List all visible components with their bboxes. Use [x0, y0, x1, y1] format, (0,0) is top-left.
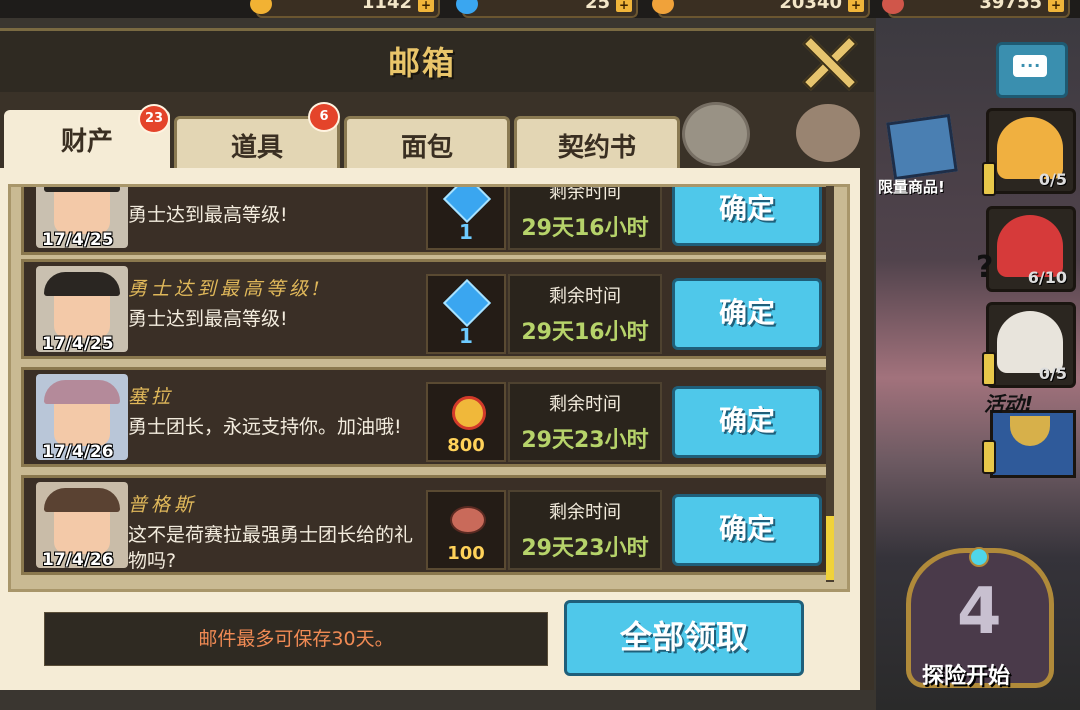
tab-bread[interactable]: 面包: [344, 116, 510, 173]
hero-card-2[interactable]: 6/10: [986, 206, 1076, 292]
hero-card-1[interactable]: 0/5: [986, 108, 1076, 194]
mail-sender: 塞拉: [128, 386, 175, 408]
meat-amount: 39755: [979, 0, 1042, 13]
hero-card-3[interactable]: 0/5: [986, 302, 1076, 388]
scrollbar-thumb[interactable]: [826, 516, 834, 580]
hat: [44, 187, 120, 192]
claim-all-button[interactable]: 全部领取: [564, 600, 804, 676]
reward-box: 100: [426, 490, 506, 570]
gem-amount: 25: [584, 0, 610, 13]
hat: [44, 272, 120, 296]
mail-sender: 勇士达到最高等级!: [128, 278, 324, 300]
gem-resource: 25 +: [456, 0, 638, 18]
reward-box: 1: [426, 187, 506, 250]
reward-quantity: 1: [459, 324, 473, 348]
time-label: 剩余时间: [549, 184, 621, 203]
club-icon: [682, 102, 750, 166]
close-icon[interactable]: [800, 32, 856, 86]
time-remaining: 剩余时间 29天16小时: [508, 274, 662, 354]
stage-number: 4: [957, 575, 1002, 649]
tab-label: 面包: [400, 133, 453, 163]
limited-shop-label: 限量商品!: [878, 178, 945, 196]
time-label: 剩余时间: [549, 502, 621, 523]
meat-icon: [882, 0, 904, 14]
mail-date: 17/4/26: [42, 442, 114, 462]
limited-shop-icon[interactable]: [886, 113, 958, 181]
meat-icon: [450, 506, 486, 534]
star-resource: 1142 +: [250, 0, 440, 18]
confirm-button[interactable]: 确定: [672, 187, 822, 246]
add-star-button[interactable]: +: [418, 0, 434, 12]
question-icon: ?: [976, 250, 994, 285]
adventure-start-label[interactable]: 探险开始: [922, 658, 1010, 690]
reward-quantity: 800: [447, 435, 485, 456]
confirm-button[interactable]: 确定: [672, 494, 822, 566]
add-meat-button[interactable]: +: [1048, 0, 1064, 12]
gem-ornament-icon: [969, 547, 989, 567]
time-value: 29天16小时: [521, 216, 649, 241]
chat-button[interactable]: [996, 42, 1068, 98]
tab-label: 契约书: [557, 133, 636, 163]
time-remaining: 剩余时间 29天23小时: [508, 490, 662, 570]
gem-icon: [442, 187, 492, 224]
tab-contracts[interactable]: 契约书: [514, 116, 680, 173]
time-value: 29天23小时: [521, 536, 649, 561]
tab-badge: 6: [308, 102, 340, 132]
mail-row: 17/4/26 塞拉 勇士团长，永远支持你。加油哦! 800 剩余时间 29天2…: [21, 367, 829, 467]
mail-row: 17/4/25 勇士达到最高等级! 勇士达到最高等级! 1 剩余时间 29天16…: [21, 259, 829, 359]
reward-box: 800: [426, 382, 506, 462]
time-label: 剩余时间: [549, 286, 621, 307]
mail-message: 勇士达到最高等级!: [128, 308, 288, 330]
event-label: 活动!: [984, 392, 1034, 416]
time-remaining: 剩余时间 29天16小时: [508, 184, 662, 250]
alert-icon: [982, 352, 996, 386]
star-amount: 1142: [361, 0, 412, 13]
mail-date: 17/4/25: [42, 230, 114, 250]
alert-icon: [982, 162, 996, 196]
meat-resource: 39755 +: [882, 0, 1070, 18]
coin-resource: 20340 +: [652, 0, 870, 18]
tab-badge: 23: [138, 104, 170, 134]
alert-icon: [982, 440, 996, 474]
mail-row: 17/4/25 勇士达到最高等级! 1 剩余时间 29天16小时 确定: [21, 184, 829, 255]
confirm-button[interactable]: 确定: [672, 386, 822, 458]
reward-box: 1: [426, 274, 506, 354]
reward-quantity: 1: [459, 220, 473, 244]
gem-icon: [456, 0, 478, 14]
coin-amount: 20340: [779, 0, 842, 13]
time-remaining: 剩余时间 29天23小时: [508, 382, 662, 462]
storage-notice: 邮件最多可保存30天。: [44, 612, 548, 666]
mail-message: 勇士团长，永远支持你。加油哦!: [128, 416, 402, 438]
mail-list[interactable]: 17/4/25 勇士达到最高等级! 1 剩余时间 29天16小时 确定 17/4…: [8, 184, 850, 592]
hair: [44, 488, 120, 512]
star-icon: [250, 0, 272, 14]
hair: [44, 380, 120, 404]
hero-count: 6/10: [1027, 268, 1067, 287]
tab-label: 道具: [230, 133, 283, 163]
hero-count: 0/5: [1038, 364, 1067, 383]
confirm-button[interactable]: 确定: [672, 278, 822, 350]
medal-icon: [452, 396, 486, 430]
dialog-title: 邮箱: [388, 44, 457, 82]
mail-message: 这不是荷赛拉最强勇士团长给的礼物吗?: [128, 524, 414, 572]
add-coin-button[interactable]: +: [848, 0, 864, 12]
add-gem-button[interactable]: +: [616, 0, 632, 12]
reward-quantity: 100: [447, 543, 485, 564]
time-value: 29天16小时: [521, 320, 649, 345]
mail-date: 17/4/26: [42, 550, 114, 570]
hero-count: 0/5: [1038, 170, 1067, 189]
character-icon: [796, 104, 860, 162]
time-label: 剩余时间: [549, 394, 621, 415]
resource-bar: 1142 + 25 + 20340 + 39755 +: [0, 0, 1080, 18]
gem-icon: [442, 278, 492, 328]
time-value: 29天23小时: [521, 428, 649, 453]
coin-icon: [652, 0, 674, 14]
chat-icon: [1013, 52, 1047, 77]
mail-row: 17/4/26 普格斯 这不是荷赛拉最强勇士团长给的礼物吗? 100 剩余时间 …: [21, 475, 829, 575]
mail-message: 勇士达到最高等级!: [128, 204, 288, 226]
mail-sender: 普格斯: [128, 494, 198, 516]
mail-date: 17/4/25: [42, 334, 114, 354]
